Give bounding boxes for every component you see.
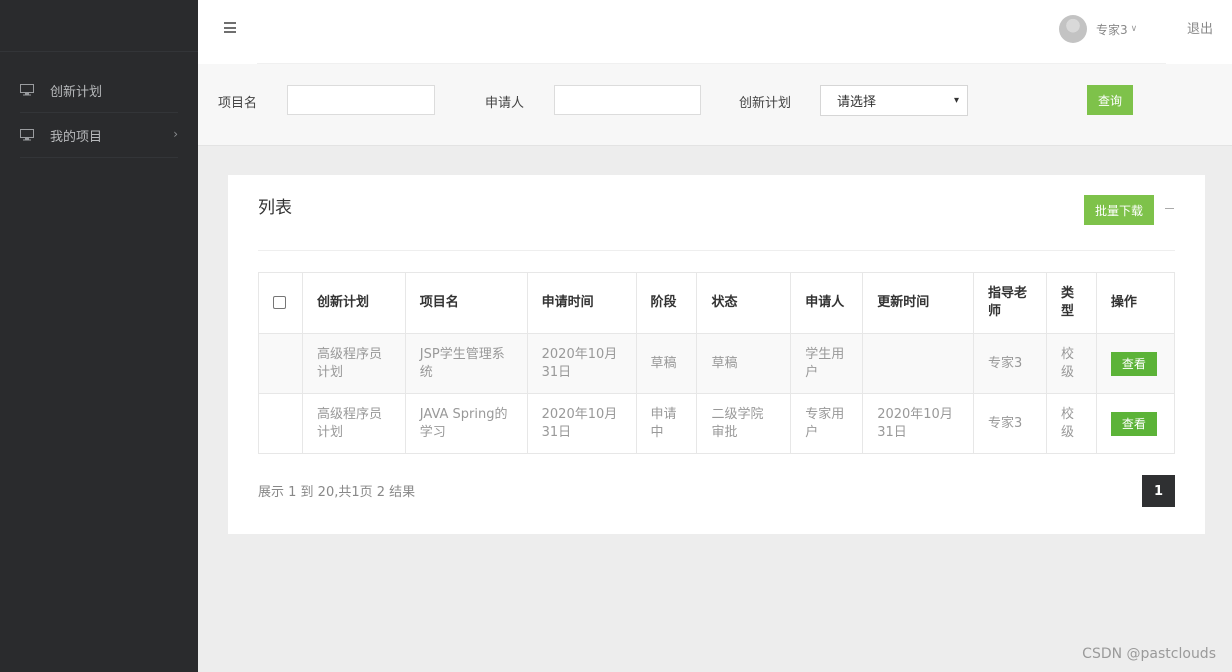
column-header[interactable]: 指导老师 xyxy=(973,272,1047,334)
topbar: 专家3 ∨ 退出 xyxy=(198,0,1232,64)
cell-project: JAVA Spring的学习 xyxy=(404,393,528,454)
batch-download-button[interactable]: 批量下载 xyxy=(1084,195,1154,225)
table-header-row: 创新计划 项目名 申请时间 阶段 状态 申请人 更新时间 指导老师 类型 操作 xyxy=(258,272,1176,334)
cell-status: 二级学院审批 xyxy=(696,393,792,454)
column-header[interactable]: 状态 xyxy=(696,272,792,334)
select-all-checkbox[interactable] xyxy=(273,296,286,309)
cell-applicant: 学生用户 xyxy=(790,333,864,394)
cell-project: JSP学生管理系统 xyxy=(404,333,528,394)
column-header: 操作 xyxy=(1095,272,1176,334)
page-button-current[interactable]: 1 xyxy=(1142,475,1175,507)
menu-toggle-icon[interactable] xyxy=(224,22,236,33)
cell-stage: 申请中 xyxy=(635,393,698,454)
plan-label: 创新计划 xyxy=(739,96,792,111)
cell-plan: 高级程序员计划 xyxy=(301,393,406,454)
project-name-label: 项目名 xyxy=(218,96,258,111)
project-table: 创新计划 项目名 申请时间 阶段 状态 申请人 更新时间 指导老师 类型 操作 … xyxy=(258,272,1176,454)
column-header[interactable]: 创新计划 xyxy=(301,272,406,334)
sidebar-item-label: 创新计划 xyxy=(50,84,103,100)
cell-action: 查看 xyxy=(1095,333,1176,394)
monitor-icon xyxy=(20,129,34,141)
panel-title: 列表 xyxy=(258,198,292,218)
cell-update-time: 2020年10月31日 xyxy=(862,393,975,454)
project-name-input[interactable] xyxy=(287,85,435,115)
list-panel: 列表 批量下载 创新计划 项目名 申请时间 阶段 状态 申请人 更新时间 指导老… xyxy=(228,175,1205,534)
plan-select-value: 请选择 xyxy=(837,95,877,110)
avatar xyxy=(1059,15,1087,43)
column-header[interactable]: 更新时间 xyxy=(862,272,975,334)
cell-applicant: 专家用户 xyxy=(790,393,864,454)
cell-teacher: 专家3 xyxy=(973,393,1047,454)
view-button[interactable]: 查看 xyxy=(1110,411,1157,436)
chevron-down-icon: ▾ xyxy=(953,95,959,106)
cell-stage: 草稿 xyxy=(635,333,698,394)
cell-action: 查看 xyxy=(1095,393,1176,454)
applicant-input[interactable] xyxy=(554,85,701,115)
plan-select[interactable]: 请选择 ▾ xyxy=(820,85,968,116)
cell-apply-time: 2020年10月31日 xyxy=(526,393,637,454)
applicant-label: 申请人 xyxy=(485,96,525,111)
column-header[interactable]: 申请时间 xyxy=(526,272,637,334)
panel-divider xyxy=(258,250,1175,251)
cell-type: 校级 xyxy=(1045,333,1097,394)
column-header[interactable]: 类型 xyxy=(1045,272,1097,334)
cell-apply-time: 2020年10月31日 xyxy=(526,333,637,394)
chevron-right-icon: › xyxy=(173,127,178,141)
cell-plan: 高级程序员计划 xyxy=(301,333,406,394)
sidebar: 创新计划 我的项目 › xyxy=(0,0,198,672)
table-row: 高级程序员计划 JAVA Spring的学习 2020年10月31日 申请中 二… xyxy=(258,393,1176,454)
query-button[interactable]: 查询 xyxy=(1087,85,1133,115)
user-menu[interactable]: 专家3 ∨ xyxy=(1059,14,1137,44)
watermark: CSDN @pastclouds xyxy=(1082,646,1216,662)
sidebar-item-my-projects[interactable]: 我的项目 › xyxy=(20,113,178,158)
cell-update-time xyxy=(862,333,975,394)
cell-status: 草稿 xyxy=(696,333,792,394)
column-header[interactable]: 阶段 xyxy=(635,272,698,334)
pagination-info: 展示 1 到 20,共1页 2 结果 xyxy=(258,485,416,500)
chevron-down-icon: ∨ xyxy=(1130,24,1138,34)
table-row: 高级程序员计划 JSP学生管理系统 2020年10月31日 草稿 草稿 学生用户… xyxy=(258,333,1176,394)
filter-bar: 项目名 申请人 创新计划 请选择 ▾ 查询 xyxy=(198,64,1232,146)
sidebar-logo-area xyxy=(0,0,198,52)
logout-link[interactable]: 退出 xyxy=(1187,18,1213,37)
view-button[interactable]: 查看 xyxy=(1110,351,1157,376)
sidebar-item-innovation-plan[interactable]: 创新计划 xyxy=(20,68,178,113)
row-select-cell xyxy=(258,393,303,454)
column-header[interactable]: 项目名 xyxy=(404,272,528,334)
user-name: 专家3 xyxy=(1096,22,1128,37)
row-select-cell xyxy=(258,333,303,394)
cell-teacher: 专家3 xyxy=(973,333,1047,394)
monitor-icon xyxy=(20,84,34,96)
select-all-cell xyxy=(258,272,303,334)
collapse-icon[interactable] xyxy=(1165,208,1174,209)
column-header[interactable]: 申请人 xyxy=(790,272,864,334)
cell-type: 校级 xyxy=(1045,393,1097,454)
sidebar-item-label: 我的项目 xyxy=(50,129,103,145)
